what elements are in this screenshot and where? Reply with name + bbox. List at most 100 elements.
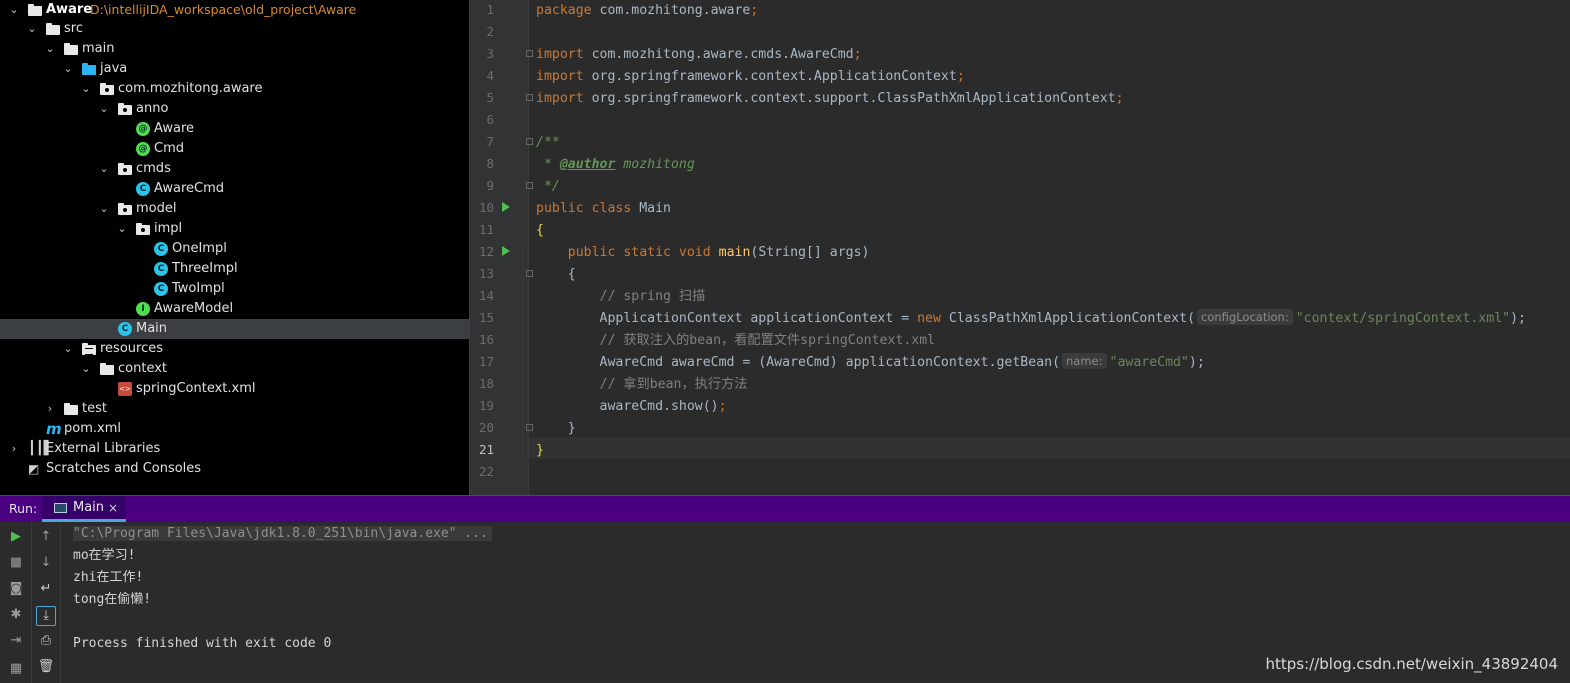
fold-marker-icon[interactable] [526,182,533,189]
chevron-down-icon[interactable]: ⌄ [79,79,93,99]
trash-icon[interactable]: 🗑 [37,658,55,676]
package-icon [100,82,114,96]
run-main-icon[interactable] [502,246,510,256]
chevron-down-icon[interactable]: ⌄ [79,359,93,379]
down-arrow-icon[interactable]: ↓ [37,554,55,572]
tree-item-src[interactable]: ⌄ src [0,19,469,39]
folder-icon [100,362,114,376]
fold-marker-icon[interactable] [526,270,533,277]
tree-item-main-folder[interactable]: ⌄ main [0,39,469,59]
tree-item-label: External Libraries [46,441,161,456]
tree-item-label: test [82,401,107,416]
tree-item-test[interactable]: › test [0,399,469,419]
chevron-down-icon[interactable]: ⌄ [43,39,57,59]
package-icon [118,202,132,216]
code-editor[interactable]: 1 2 3 4 5 6 7 8 9 10 11 12 13 14 15 16 1… [470,0,1570,495]
line-number: 14 [478,288,494,303]
tree-item-java[interactable]: ⌄ java [0,59,469,79]
tree-item-pom-xml[interactable]: m pom.xml [0,419,469,439]
code-line-15: ApplicationContext applicationContext = … [536,309,1526,326]
chevron-down-icon[interactable]: ⌄ [97,159,111,179]
line-number: 3 [486,46,494,61]
chevron-right-icon[interactable]: › [7,439,21,459]
code-line-20: } [536,421,576,436]
folder-icon [64,42,78,56]
project-tool-window: ⌄ Aware D:\intellijIDA_workspace\old_pro… [0,0,470,495]
fold-marker-icon[interactable] [526,94,533,101]
camera-icon[interactable]: ◙ [7,580,25,598]
chevron-down-icon[interactable]: ⌄ [7,0,21,20]
exit-icon[interactable]: ⇥ [7,632,25,650]
tree-item-resources[interactable]: ⌄ resources [0,339,469,359]
chevron-down-icon[interactable]: ⌄ [115,219,129,239]
tree-item-main-class[interactable]: C Main [0,319,469,339]
chevron-down-icon[interactable]: ⌄ [97,199,111,219]
soft-wrap-icon[interactable]: ↵ [37,580,55,598]
code-line-3: import com.mozhitong.aware.cmds.AwareCmd… [536,47,862,62]
tree-item-anno[interactable]: ⌄ anno [0,99,469,119]
chevron-down-icon[interactable]: ⌄ [25,19,39,39]
run-class-icon[interactable] [502,202,510,212]
chevron-down-icon[interactable]: ⌄ [61,339,75,359]
code-line-16: // 获取注入的bean，看配置文件springContext.xml [536,333,936,348]
tree-item-cmd-annotation[interactable]: @ Cmd [0,139,469,159]
tree-item-label: java [100,61,128,76]
settings-icon[interactable]: ✱ [7,606,25,624]
tree-item-awarecmd[interactable]: C AwareCmd [0,179,469,199]
rerun-icon[interactable]: ▶ [7,528,25,546]
tree-item-package[interactable]: ⌄ com.mozhitong.aware [0,79,469,99]
tree-item-label: AwareCmd [154,181,225,196]
parameter-hint: configLocation: [1197,309,1293,325]
line-number: 10 [478,200,494,215]
class-icon: C [154,242,168,256]
fold-marker-icon[interactable] [526,424,533,431]
run-tool-header: Run: Main × [0,495,1570,522]
line-number: 9 [486,178,494,193]
tree-item-external-libraries[interactable]: › ┃┃▌ External Libraries [0,439,469,459]
chevron-right-icon[interactable]: › [43,399,57,419]
fold-marker-icon[interactable] [526,138,533,145]
up-arrow-icon[interactable]: ↑ [37,528,55,546]
tree-item-impl[interactable]: ⌄ impl [0,219,469,239]
chevron-down-icon[interactable]: ⌄ [97,99,111,119]
layout-icon[interactable]: ▦ [7,660,25,678]
run-console[interactable]: ▶ ■ ◙ ✱ ⇥ ▦ ↑ ↓ ↵ ⤓ ⎙ 🗑 "C:\Program File… [0,522,1570,683]
tree-item-twoimpl[interactable]: C TwoImpl [0,279,469,299]
tree-item-oneimpl[interactable]: C OneImpl [0,239,469,259]
tree-item-model[interactable]: ⌄ model [0,199,469,219]
line-number: 18 [478,376,494,391]
tree-item-label: src [64,21,83,36]
tree-item-label: AwareModel [154,301,234,316]
scroll-to-end-icon[interactable]: ⤓ [36,606,56,626]
tree-root-aware[interactable]: ⌄ Aware D:\intellijIDA_workspace\old_pro… [0,0,469,20]
tree-item-threeimpl[interactable]: C ThreeImpl [0,259,469,279]
tree-item-label: com.mozhitong.aware [118,81,263,96]
tree-item-awaremodel[interactable]: I AwareModel [0,299,469,319]
close-icon[interactable]: × [108,496,118,520]
print-icon[interactable]: ⎙ [37,632,55,650]
code-line-4: import org.springframework.context.Appli… [536,69,965,84]
tree-item-springcontext-xml[interactable]: <> springContext.xml [0,379,469,399]
fold-marker-icon[interactable] [526,50,533,57]
tree-item-context[interactable]: ⌄ context [0,359,469,379]
libraries-icon: ┃┃▌ [28,441,54,456]
tree-item-aware-annotation[interactable]: @ Aware [0,119,469,139]
code-line-7: /** [536,135,560,150]
application-icon [54,503,67,513]
line-number: 5 [486,90,494,105]
tree-item-label: resources [100,341,164,356]
line-number: 19 [478,398,494,413]
run-tab-main[interactable]: Main × [42,496,126,522]
tree-item-label: anno [136,101,169,116]
console-output-line: mo在学习! [73,548,136,563]
chevron-down-icon[interactable]: ⌄ [61,59,75,79]
tree-item-label: main [82,41,115,56]
console-exit-line: Process finished with exit code 0 [73,636,332,651]
tree-item-scratches[interactable]: ◩ Scratches and Consoles [0,459,469,479]
code-line-17: AwareCmd awareCmd = (AwareCmd) applicati… [536,353,1205,370]
line-number: 1 [486,2,494,17]
run-tab-label: Main [73,500,105,515]
stop-icon[interactable]: ■ [7,554,25,572]
tree-item-cmds[interactable]: ⌄ cmds [0,159,469,179]
tree-root-label: Aware [46,2,93,17]
